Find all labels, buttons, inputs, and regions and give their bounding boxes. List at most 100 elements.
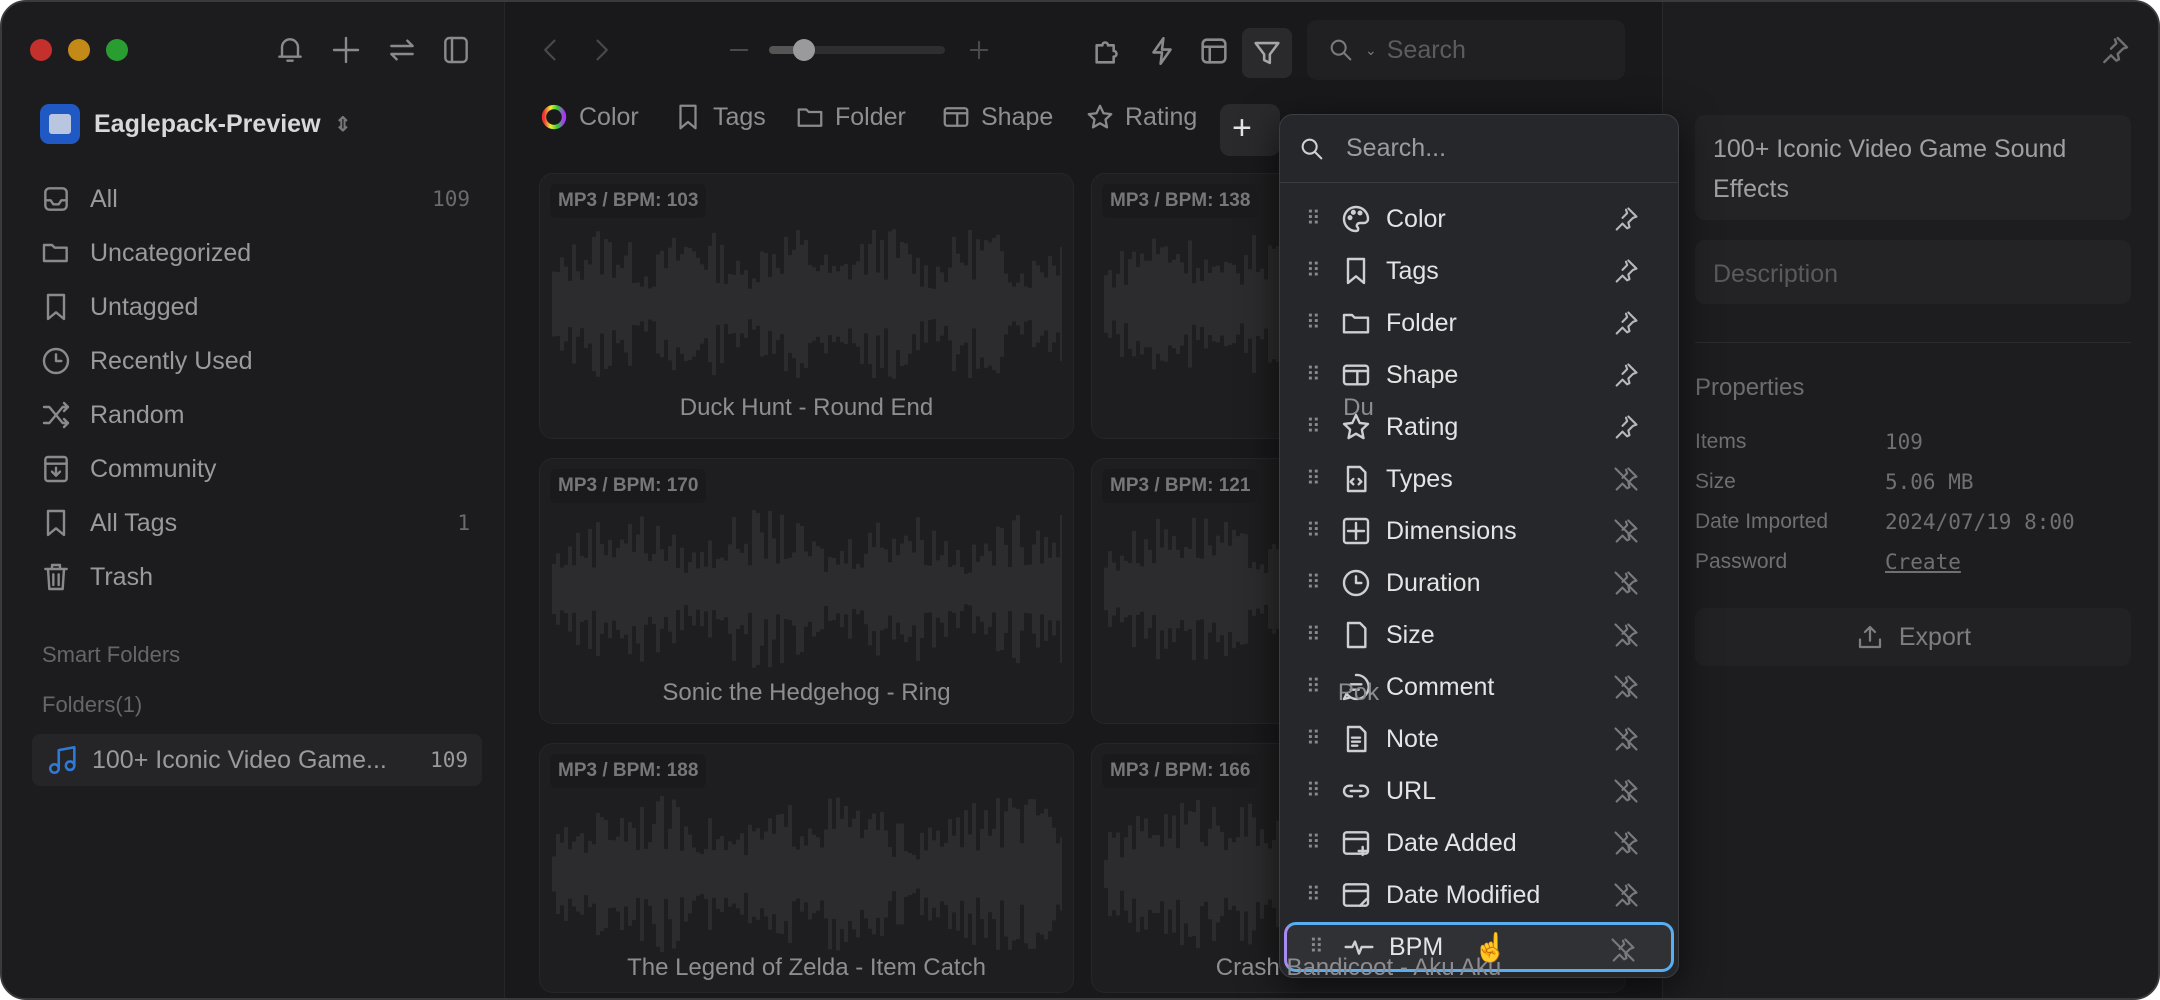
minimize-window-button[interactable] [68,39,90,61]
drag-handle-icon[interactable]: ⠿ [1306,313,1321,333]
pin-icon[interactable] [2099,34,2131,66]
drag-handle-icon[interactable]: ⠿ [1306,469,1321,489]
sidebar-item-uncategorized[interactable]: Uncategorized [40,231,470,275]
filter-folder[interactable]: Folder [795,102,906,132]
sidebar-toggle-icon[interactable] [440,34,472,66]
description-field[interactable]: Description [1695,240,2131,304]
search-icon [1327,36,1355,64]
format-badge: MP3 / BPM: 166 [1102,754,1259,788]
unpin-icon[interactable] [1612,829,1640,857]
pin-icon[interactable] [1612,257,1640,285]
add-filter-button[interactable]: + [1220,104,1280,156]
sound-card[interactable]: MP3 / BPM: 170 Sonic the Hedgehog - Ring [539,458,1074,724]
drag-handle-icon[interactable]: ⠿ [1306,365,1321,385]
close-window-button[interactable] [30,39,52,61]
forward-icon[interactable] [587,36,615,64]
sound-name: Crash Bandicoot - Aku Aku [1215,954,1502,981]
menu-item-size[interactable]: ⠿ Size [1284,610,1674,660]
menu-item-date-modified[interactable]: ⠿ Date Modified [1284,870,1674,920]
filter-button[interactable] [1242,28,1292,78]
puzzle-icon[interactable] [1091,34,1125,68]
sidebar-item-community[interactable]: Community [40,447,470,491]
unpin-icon[interactable] [1612,881,1640,909]
library-icon [40,104,80,144]
drag-handle-icon[interactable]: ⠿ [1306,573,1321,593]
menu-item-tags[interactable]: ⠿ Tags [1284,246,1674,296]
back-icon[interactable] [537,36,565,64]
drag-handle-icon[interactable]: ⠿ [1306,833,1321,853]
export-button[interactable]: Export [1695,608,2131,666]
drag-handle-icon[interactable]: ⠿ [1306,885,1321,905]
chevron-down-icon: ⌄ [1365,41,1377,58]
title-field[interactable]: 100+ Iconic Video Game Sound Effects [1695,115,2131,220]
swap-icon[interactable] [386,34,418,66]
unpin-icon[interactable] [1612,777,1640,805]
date-added-icon [1340,827,1372,859]
filter-tags[interactable]: Tags [673,102,766,132]
sidebar-item-all-tags[interactable]: All Tags 1 [40,501,470,545]
zoom-slider[interactable] [769,39,945,61]
drag-handle-icon[interactable]: ⠿ [1309,937,1324,957]
unpin-icon[interactable] [1612,465,1640,493]
unpin-icon[interactable] [1612,517,1640,545]
menu-item-date-added[interactable]: ⠿ Date Added [1284,818,1674,868]
drag-handle-icon[interactable]: ⠿ [1306,521,1321,541]
pin-icon[interactable] [1612,309,1640,337]
property-value: 109 [1885,430,1923,454]
search-icon [1298,135,1326,163]
unpin-icon[interactable] [1612,569,1640,597]
menu-item-types[interactable]: ⠿ Types [1284,454,1674,504]
drag-handle-icon[interactable]: ⠿ [1306,209,1321,229]
menu-item-color[interactable]: ⠿ Color [1284,194,1674,244]
sound-card[interactable]: MP3 / BPM: 188 The Legend of Zelda - Ite… [539,743,1074,993]
lightning-icon[interactable] [1145,34,1179,68]
sidebar-item-trash[interactable]: Trash [40,555,470,599]
pin-icon[interactable] [1612,205,1640,233]
menu-item-url[interactable]: ⠿ URL [1284,766,1674,816]
format-badge: MP3 / BPM: 138 [1102,184,1259,218]
sidebar-item-untagged[interactable]: Untagged [40,285,470,329]
drag-handle-icon[interactable]: ⠿ [1306,261,1321,281]
create-password-link[interactable]: Create [1885,550,1961,574]
sound-card[interactable]: MP3 / BPM: 103 Duck Hunt - Round End [539,173,1074,439]
sidebar-item-all[interactable]: All 109 [40,177,470,221]
menu-item-dimensions[interactable]: ⠿ Dimensions [1284,506,1674,556]
drag-handle-icon[interactable]: ⠿ [1306,781,1321,801]
filter-label: Tags [713,102,766,131]
drag-handle-icon[interactable]: ⠿ [1306,729,1321,749]
folder-label: 100+ Iconic Video Game... [92,745,387,774]
drag-handle-icon[interactable]: ⠿ [1306,625,1321,645]
zoom-in-icon[interactable] [965,36,993,64]
plus-icon[interactable] [330,34,362,66]
waveform [552,795,1062,953]
filter-shape[interactable]: Shape [941,102,1053,132]
filter-color[interactable]: Color [539,102,639,132]
pin-icon[interactable] [1612,361,1640,389]
sidebar-item-random[interactable]: Random [40,393,470,437]
bell-icon[interactable] [274,34,306,66]
filter-rating[interactable]: Rating [1085,102,1197,132]
unpin-icon[interactable] [1612,621,1640,649]
sidebar-item-recently-used[interactable]: Recently Used [40,339,470,383]
drag-handle-icon[interactable]: ⠿ [1306,417,1321,437]
menu-item-duration[interactable]: ⠿ Duration [1284,558,1674,608]
library-switcher[interactable]: Eaglepack-Preview ⇕ [40,104,351,144]
search-input[interactable]: ⌄ Search [1307,20,1625,80]
zoom-out-icon[interactable] [725,36,753,64]
menu-item-folder[interactable]: ⠿ Folder [1284,298,1674,348]
zoom-slider-handle[interactable] [793,39,816,61]
menu-item-note[interactable]: ⠿ Note [1284,714,1674,764]
sidebar-folder-item[interactable]: 100+ Iconic Video Game... 109 [32,734,482,786]
sidebar-item-label: Community [90,454,217,483]
format-badge: MP3 / BPM: 188 [550,754,707,788]
date-modified-icon [1340,879,1372,911]
layout-icon[interactable] [1197,34,1231,68]
color-icon [539,102,569,132]
menu-item-shape[interactable]: ⠿ Shape [1284,350,1674,400]
filter-label: Rating [1125,102,1198,131]
unpin-icon[interactable] [1612,725,1640,753]
menu-search-input[interactable]: Search... [1280,115,1678,183]
tag-question-icon [40,291,72,323]
menu-item-label: Size [1386,620,1435,649]
maximize-window-button[interactable] [106,39,128,61]
